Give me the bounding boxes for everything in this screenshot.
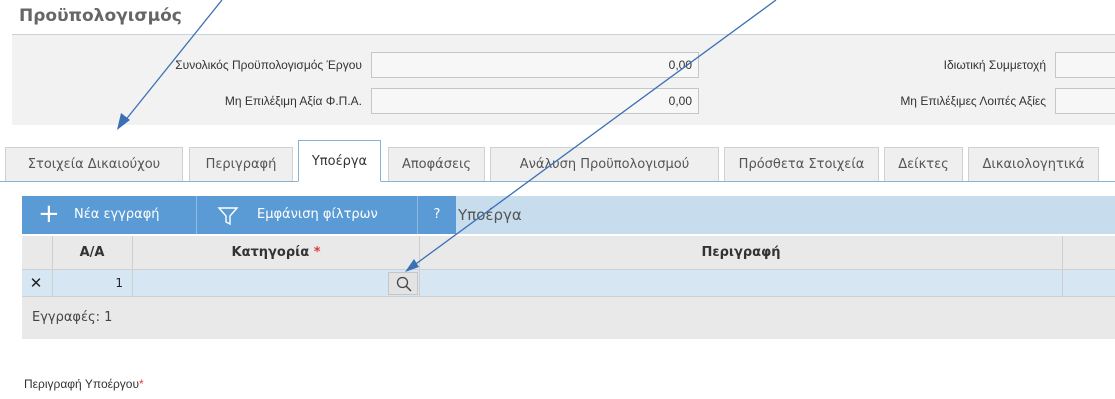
required-marker: * bbox=[139, 377, 144, 391]
non-eligible-vat-label: Μη Επιλέξιμη Αξία Φ.Π.Α. bbox=[224, 94, 362, 108]
search-icon bbox=[395, 275, 413, 297]
show-filters-label: Εμφάνιση φίλτρων bbox=[257, 207, 378, 222]
tab-documents[interactable]: Δικαιολογητικά bbox=[968, 147, 1099, 181]
category-header-label: Κατηγορία bbox=[231, 245, 310, 260]
tab-beneficiary[interactable]: Στοιχεία Δικαιούχου bbox=[5, 147, 183, 181]
private-participation-field[interactable] bbox=[1055, 52, 1115, 78]
row-description-cell[interactable] bbox=[424, 270, 1054, 296]
category-search-button[interactable] bbox=[388, 272, 418, 295]
required-marker: * bbox=[313, 245, 321, 260]
subproject-description-label: Περιγραφή Υποέργου* bbox=[24, 377, 144, 391]
new-record-button[interactable]: + Νέα εγγραφή bbox=[22, 196, 196, 234]
column-divider bbox=[419, 236, 420, 296]
record-count: Εγγραφές: 1 bbox=[32, 310, 113, 325]
help-button[interactable]: ? bbox=[418, 196, 456, 234]
tab-indicators[interactable]: Δείκτες bbox=[884, 147, 963, 181]
column-divider bbox=[132, 236, 133, 296]
delete-row-icon[interactable]: ✕ bbox=[27, 274, 45, 292]
grid-title: Υποέργα bbox=[458, 206, 522, 224]
total-budget-label: Συνολικός Προϋπολογισμός Έργου bbox=[175, 58, 362, 72]
tab-decisions[interactable]: Αποφάσεις bbox=[388, 147, 485, 181]
new-record-label: Νέα εγγραφή bbox=[74, 207, 160, 222]
column-divider bbox=[1062, 236, 1063, 296]
tab-budget-analysis[interactable]: Ανάλυση Προϋπολογισμού bbox=[490, 147, 719, 181]
plus-icon: + bbox=[38, 199, 60, 229]
title-divider bbox=[12, 34, 1115, 35]
row-category-cell[interactable] bbox=[136, 270, 386, 296]
other-non-eligible-label: Μη Επιλέξιμες Λοιπές Αξίες bbox=[900, 94, 1046, 108]
show-filters-button[interactable]: Εμφάνιση φίλτρων bbox=[197, 196, 417, 234]
total-budget-field[interactable]: 0,00 bbox=[371, 52, 699, 78]
grid-footer bbox=[22, 296, 1115, 339]
column-header-aa[interactable]: Α/Α bbox=[53, 236, 131, 270]
page-title: Προϋπολογισμός bbox=[19, 6, 182, 26]
column-divider bbox=[52, 236, 53, 296]
tab-description[interactable]: Περιγραφή bbox=[189, 147, 293, 181]
column-header-description[interactable]: Περιγραφή bbox=[420, 236, 1062, 270]
tab-additional-info[interactable]: Πρόσθετα Στοιχεία bbox=[724, 147, 879, 181]
subproject-description-text: Περιγραφή Υποέργου bbox=[24, 377, 140, 391]
column-header-category[interactable]: Κατηγορία * bbox=[133, 236, 419, 270]
private-participation-label: Ιδιωτική Συμμετοχή bbox=[943, 58, 1046, 72]
other-non-eligible-field[interactable] bbox=[1055, 88, 1115, 114]
tab-subprojects[interactable]: Υποέργα bbox=[298, 140, 381, 182]
non-eligible-vat-field[interactable]: 0,00 bbox=[371, 88, 699, 114]
row-aa-cell: 1 bbox=[115, 276, 123, 290]
